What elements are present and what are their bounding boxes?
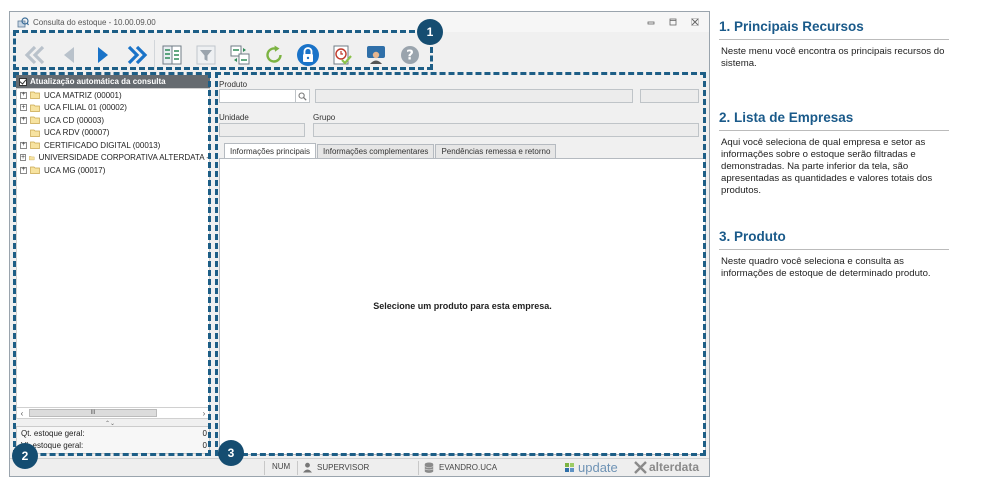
- callout-badge-1: 1: [417, 19, 443, 45]
- section-1-text: Neste menu você encontra os principais r…: [721, 46, 945, 69]
- user-indicator: SUPERVISOR: [302, 462, 369, 473]
- section-3-title: 3. Produto: [719, 229, 949, 250]
- minimize-icon: [647, 21, 655, 25]
- status-divider: [264, 461, 265, 475]
- alterdata-logo: alterdata: [634, 460, 699, 474]
- maximize-button[interactable]: [667, 17, 679, 27]
- user-icon: [303, 462, 312, 473]
- title-bar: Consulta do estoque - 10.00.09.00: [10, 12, 709, 32]
- stock-app-icon: [17, 17, 29, 28]
- database-indicator: EVANDRO.UCA: [424, 462, 497, 473]
- callout-frame-company-list: [13, 72, 211, 456]
- close-icon: [691, 18, 699, 26]
- section-lista-de-empresas: 2. Lista de Empresas Aqui você seleciona…: [719, 110, 949, 197]
- update-logo: update: [563, 460, 618, 475]
- callout-badge-3: 3: [218, 440, 244, 466]
- section-produto: 3. Produto Neste quadro você seleciona e…: [719, 229, 949, 280]
- section-2-text: Aqui você seleciona de qual empresa e se…: [721, 137, 933, 196]
- minimize-button[interactable]: [645, 17, 657, 27]
- status-divider: [297, 461, 298, 475]
- update-logo-icon: [565, 463, 574, 472]
- section-3-text: Neste quadro você seleciona e consulta a…: [721, 256, 931, 279]
- database-name: EVANDRO.UCA: [439, 463, 498, 472]
- status-divider: [418, 461, 419, 475]
- window-controls: [645, 17, 701, 27]
- section-1-title: 1. Principais Recursos: [719, 19, 949, 40]
- status-bar: NUM SUPERVISOR EVANDRO.UCA update alterd…: [10, 458, 709, 476]
- alterdata-logo-icon: [634, 460, 647, 474]
- callout-frame-product: [215, 72, 706, 456]
- maximize-icon: [669, 18, 677, 26]
- section-2-title: 2. Lista de Empresas: [719, 110, 949, 131]
- database-icon: [424, 462, 434, 473]
- update-logo-text: update: [578, 460, 618, 475]
- num-lock-indicator: NUM: [272, 462, 291, 471]
- window-title: Consulta do estoque - 10.00.09.00: [33, 17, 156, 27]
- callout-frame-toolbar: [13, 30, 433, 70]
- section-principais-recursos: 1. Principais Recursos Neste menu você e…: [719, 19, 949, 70]
- alterdata-logo-text: alterdata: [649, 460, 700, 474]
- close-button[interactable]: [689, 17, 701, 27]
- callout-badge-2: 2: [12, 443, 38, 469]
- user-name: SUPERVISOR: [317, 463, 370, 472]
